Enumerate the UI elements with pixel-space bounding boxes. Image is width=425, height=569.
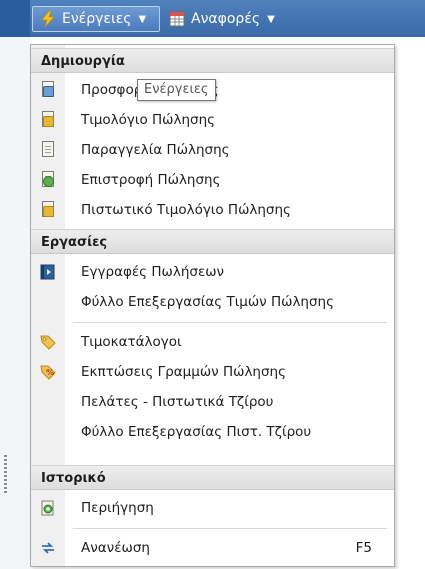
menu-item-label: Πιστωτικό Τιμολόγιο Πώλησης [81,202,291,218]
menu-item-sales-invoice[interactable]: Τιμολόγιο Πώλησης [31,105,394,135]
menu-item-sales-journals[interactable]: Εγγραφές Πωλήσεων [31,257,394,287]
menu-item-sales-return[interactable]: Επιστροφή Πώλησης [31,165,394,195]
menu-item-sales-order[interactable]: Παραγγελία Πώλησης [31,135,394,165]
menu-item-price-worksheet[interactable]: Φύλλο Επεξεργασίας Τιμών Πώλησης [31,287,394,317]
menu-item-label: Ανανέωση [81,540,150,556]
menu-item-label: Εκπτώσεις Γραμμών Πώλησης [81,364,287,380]
actions-dropdown-menu: Δημιουργία Προσφορά Πώλησης Τιμολόγιο Πώ… [30,44,395,567]
menu-item-shortcut: F5 [355,540,372,556]
reports-menu-label: Αναφορές [191,11,261,27]
chevron-down-icon: ▼ [267,13,275,25]
reports-menu-button[interactable]: Αναφορές ▼ [162,6,292,32]
splitter-grip[interactable] [4,455,7,493]
section-header-tasks: Εργασίες [31,229,394,254]
menu-item-label: Φύλλο Επεξεργασίας Τιμών Πώλησης [81,294,335,310]
menu-item-credit-memo[interactable]: Πιστωτικό Τιμολόγιο Πώλησης [31,195,394,225]
menu-item-label: Τιμοκατάλογοι [81,334,182,350]
journal-book-icon [39,263,57,281]
menu-item-label: Εγγραφές Πωλήσεων [81,264,225,280]
menu-item-line-discounts[interactable]: % Εκπτώσεις Γραμμών Πώλησης [31,357,394,387]
menu-item-turnover-credit-worksheet[interactable]: Φύλλο Επεξεργασίας Πιστ. Τζίρου [31,417,394,447]
lightning-icon [39,10,57,28]
price-tag-icon [39,333,57,351]
menu-item-label: Πελάτες - Πιστωτικά Τζίρου [81,394,274,410]
refresh-icon [39,539,57,557]
app-left-strip [0,0,30,569]
ribbon-menubar: Ενέργειες ▼ Αναφορές ▼ [30,0,425,37]
menu-item-refresh[interactable]: Ανανέωση F5 [31,533,394,563]
quote-document-icon [39,81,57,99]
menu-separator [73,322,387,323]
section-header-history: Ιστορικό [31,465,394,490]
menu-item-label: Επιστροφή Πώλησης [81,172,221,188]
menu-item-price-lists[interactable]: Τιμοκατάλογοι [31,327,394,357]
menu-separator [73,528,387,529]
actions-menu-label: Ενέργειες [62,11,132,27]
actions-menu-button[interactable]: Ενέργειες ▼ [32,6,160,32]
menu-item-customer-turnover-credits[interactable]: Πελάτες - Πιστωτικά Τζίρου [31,387,394,417]
menu-item-label: Παραγγελία Πώλησης [81,142,230,158]
chevron-down-icon: ▼ [138,13,147,25]
return-document-icon [39,171,57,189]
menu-item-label: Περιήγηση [81,500,154,516]
invoice-document-icon [39,111,57,129]
discount-tag-icon: % [39,363,57,381]
menu-item-label: Τιμολόγιο Πώλησης [81,112,216,128]
menu-item-label: Φύλλο Επεξεργασίας Πιστ. Τζίρου [81,424,312,440]
menu-item-navigate[interactable]: Περιήγηση [31,493,394,523]
app-topbar-fragment [0,0,30,37]
report-grid-icon [168,10,186,28]
order-document-icon [39,141,57,159]
section-header-create: Δημιουργία [31,48,394,73]
svg-text:%: % [46,368,54,377]
tooltip: Ενέργειες [137,79,216,101]
credit-memo-document-icon [39,201,57,219]
navigate-icon [39,499,57,517]
